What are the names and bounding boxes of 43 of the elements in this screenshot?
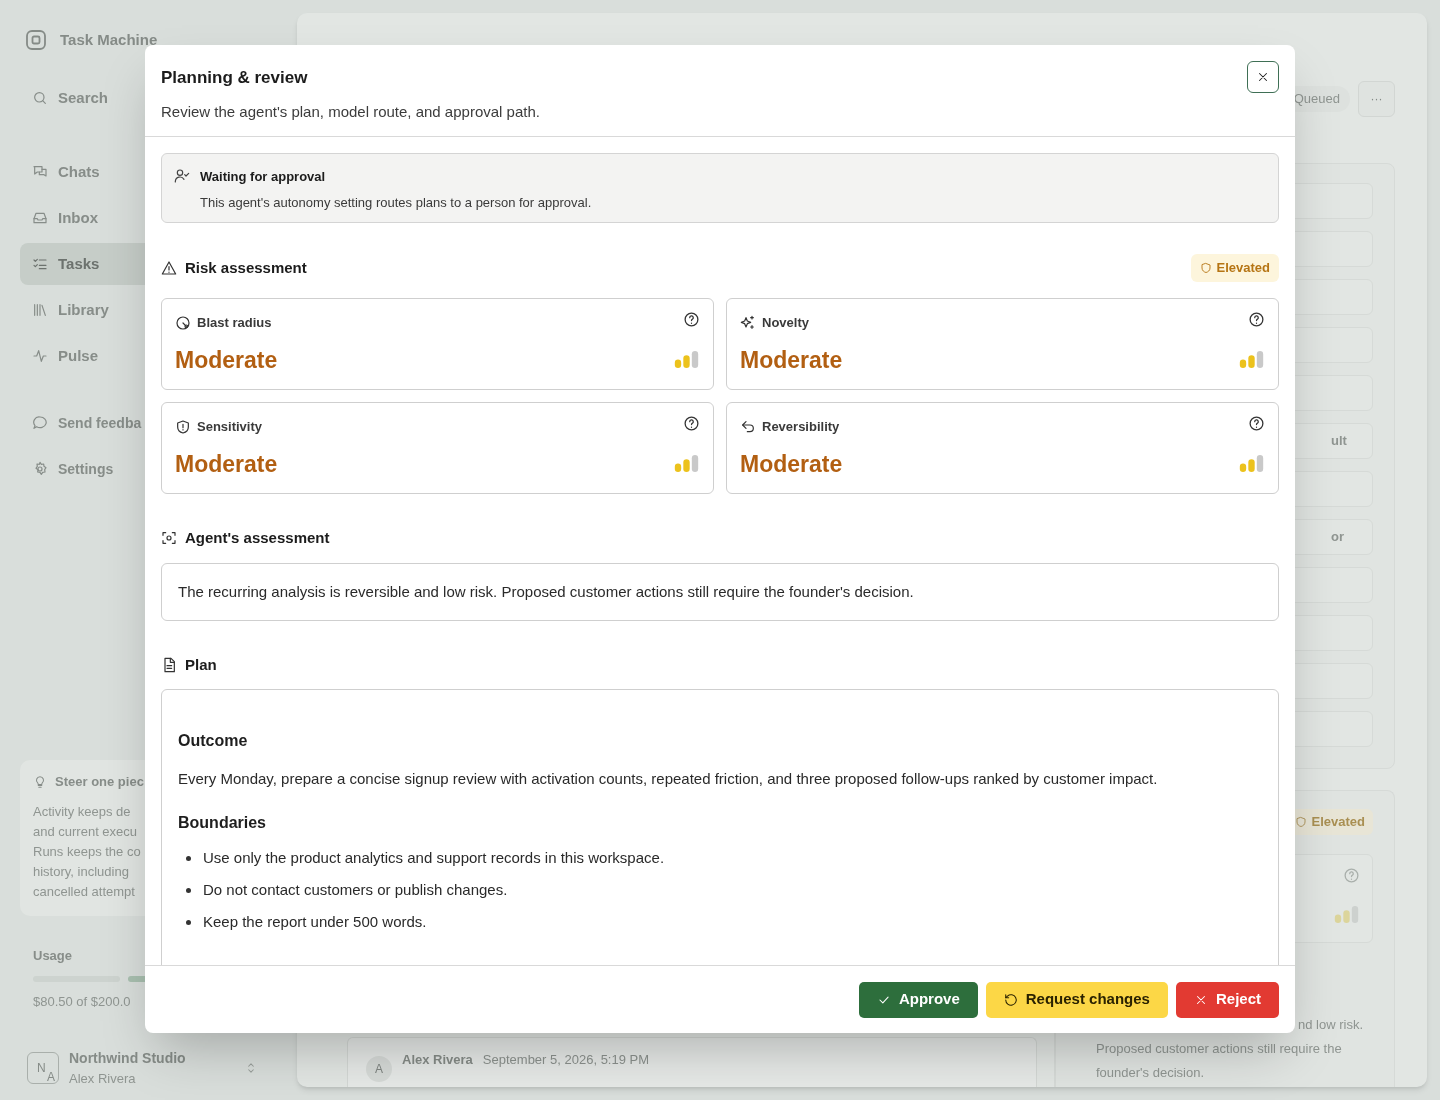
tip-text: Runs keeps the co bbox=[33, 842, 141, 861]
factor-label: Novelty bbox=[762, 314, 809, 332]
usage-label: Usage bbox=[33, 946, 73, 965]
dialog-subtitle: Review the agent's plan, model route, and approval path. bbox=[161, 101, 540, 122]
step-label: ult bbox=[1331, 432, 1347, 451]
plan-heading: Boundaries bbox=[178, 812, 267, 833]
comment-author: Alex Rivera bbox=[402, 1051, 473, 1069]
assessment-text: nd low risk. bbox=[1297, 1016, 1363, 1034]
tip-text: history, including bbox=[33, 862, 129, 881]
comment-time: September 5, 2026, 5:19 PM bbox=[482, 1051, 650, 1069]
notice-text: This agent's autonomy setting routes plans to a person for approval. bbox=[200, 193, 592, 212]
factor-value: Moderate bbox=[175, 345, 278, 375]
assessment-text: founder's decision. bbox=[1096, 1064, 1204, 1082]
usage-reading: $80.50 of $200.0 bbox=[33, 993, 131, 1011]
workspace-name: Northwind Studio bbox=[69, 1048, 186, 1068]
plan-item: Do not contact customers or publish changes. bbox=[203, 880, 508, 901]
factor-value: Moderate bbox=[175, 449, 278, 479]
plan-item: Keep the report under 500 words. bbox=[203, 912, 427, 933]
factor-value: Moderate bbox=[740, 345, 843, 375]
step-label: or bbox=[1331, 528, 1344, 547]
tip-title: Steer one piec bbox=[55, 773, 144, 791]
factor-value: Moderate bbox=[740, 449, 843, 479]
user-name: Alex Rivera bbox=[69, 1069, 136, 1088]
tip-text: Activity keeps de bbox=[33, 802, 131, 821]
section-title: Plan bbox=[185, 654, 217, 675]
app-name: Task Machine bbox=[60, 29, 158, 50]
assessment-text: The recurring analysis is reversible and low risk. Proposed customer actions still require the founder's decision. bbox=[161, 563, 1279, 621]
workspace-avatar: N A bbox=[27, 1051, 59, 1084]
notice-title: Waiting for approval bbox=[200, 168, 326, 186]
factor-label: Reversibility bbox=[762, 418, 840, 436]
plan-item: Use only the product analytics and support records in this workspace. bbox=[203, 848, 665, 869]
tip-text: and current execu bbox=[33, 822, 138, 841]
tip-text: cancelled attempt bbox=[33, 882, 135, 901]
factor-label: Sensitivity bbox=[197, 418, 263, 436]
factor-label: Blast radius bbox=[197, 314, 272, 332]
author-avatar: A bbox=[366, 1056, 392, 1082]
plan-text: Every Monday, prepare a concise signup review with activation counts, repeated friction, and three proposed follow-ups ranked by customer impact. bbox=[178, 769, 1159, 789]
dialog-title: Planning & review bbox=[161, 67, 308, 89]
plan-heading: Outcome bbox=[178, 731, 249, 751]
section-title: Agent's assessment bbox=[185, 527, 330, 548]
section-title: Risk assessment bbox=[185, 257, 307, 278]
risk-badge: Elevated bbox=[1190, 254, 1279, 282]
assessment-text: Proposed customer actions still require the bbox=[1096, 1040, 1342, 1058]
